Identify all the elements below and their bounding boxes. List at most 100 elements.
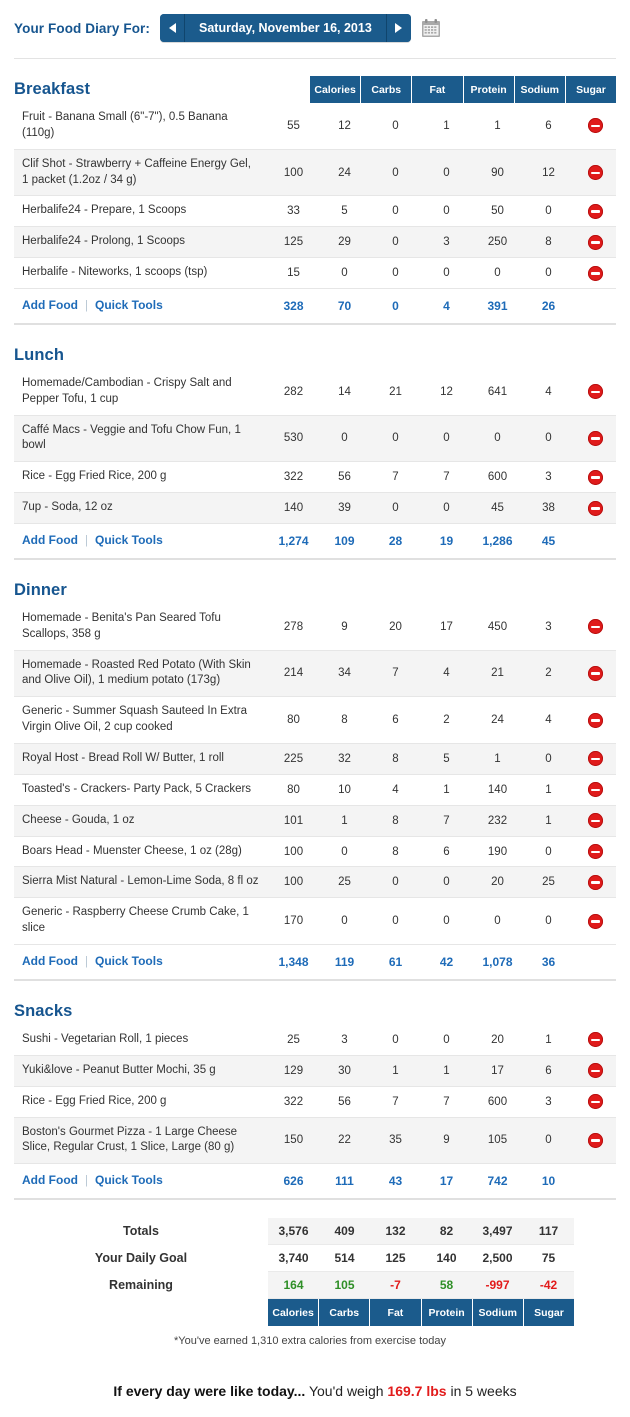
bottom-column-header: Calories Carbs Fat Protein Sodium Sugar xyxy=(268,1299,575,1327)
meal-footer-row: Add Food | Quick Tools 1,348 119 61 42 1,078 36 xyxy=(14,944,616,981)
nutrient-carbs: 1 xyxy=(319,805,370,837)
delete-entry-icon[interactable] xyxy=(587,619,603,635)
add-food-link[interactable]: Add Food xyxy=(22,298,78,312)
table-row: Yuki&love - Peanut Butter Mochi, 35 g 129… xyxy=(14,1055,616,1087)
nutrient-sodium: 17 xyxy=(472,1055,523,1087)
previous-day-button[interactable] xyxy=(160,14,184,42)
nutrient-sugar: 3 xyxy=(523,603,574,651)
nutrient-sugar: 8 xyxy=(523,226,574,259)
food-name: Cheese - Gouda, 1 oz xyxy=(14,805,268,837)
table-row: Cheese - Gouda, 1 oz 101 1 8 7 232 1 xyxy=(14,805,616,837)
delete-entry-icon[interactable] xyxy=(587,203,603,219)
nutrient-fat: 1 xyxy=(370,1055,421,1087)
delete-entry-icon[interactable] xyxy=(587,712,603,728)
delete-cell xyxy=(574,805,616,837)
nutrient-sodium: 105 xyxy=(472,1117,523,1165)
nutrient-protein: 1 xyxy=(421,103,472,150)
quick-tools-link[interactable]: Quick Tools xyxy=(95,533,163,547)
delete-cell xyxy=(574,149,616,197)
delete-entry-icon[interactable] xyxy=(587,118,603,134)
nutrient-sugar: 0 xyxy=(523,415,574,463)
nutrient-carbs: 9 xyxy=(319,603,370,651)
nutrient-sodium: 24 xyxy=(472,696,523,745)
daily-summary-table: Totals 3,576 409 132 82 3,497 117 Your Daily Go… xyxy=(14,1218,616,1300)
column-header-fat: Fat xyxy=(412,76,464,103)
food-name: Homemade - Benita's Pan Seared Tofu Scal… xyxy=(14,603,268,651)
nutrient-calories: 282 xyxy=(268,368,319,416)
nutrient-sodium: 1 xyxy=(472,743,523,775)
delete-entry-icon[interactable] xyxy=(587,265,603,281)
delete-entry-icon[interactable] xyxy=(587,165,603,181)
delete-entry-icon[interactable] xyxy=(587,234,603,250)
quick-tools-link[interactable]: Quick Tools xyxy=(95,954,163,968)
delete-cell xyxy=(574,257,616,290)
bottom-column-header-protein: Protein xyxy=(421,1299,473,1327)
column-header-row: Calories Carbs Fat Protein Sodium Sugar xyxy=(310,76,617,103)
nutrient-carbs: 0 xyxy=(319,836,370,868)
nutrient-protein: 12 xyxy=(421,368,472,416)
calendar-icon[interactable] xyxy=(421,18,441,38)
nutrient-carbs: 32 xyxy=(319,743,370,775)
nutrient-sugar: 0 xyxy=(523,195,574,228)
delete-cell xyxy=(574,461,616,494)
delete-entry-icon[interactable] xyxy=(587,874,603,890)
meal-total-calories: 1,274 xyxy=(268,523,319,560)
meal-table: Fruit - Banana Small (6"-7"), 0.5 Banana… xyxy=(14,103,616,325)
summary-sodium: 2,500 xyxy=(472,1244,523,1273)
nutrient-protein: 9 xyxy=(421,1117,472,1165)
delete-entry-icon[interactable] xyxy=(587,430,603,446)
nutrient-carbs: 0 xyxy=(319,897,370,946)
meal-total-fat: 0 xyxy=(370,288,421,325)
nutrient-calories: 125 xyxy=(268,226,319,259)
summary-sugar: -42 xyxy=(523,1271,574,1300)
next-day-button[interactable] xyxy=(386,14,411,42)
food-name: Generic - Raspberry Cheese Crumb Cake, 1… xyxy=(14,897,268,946)
delete-entry-icon[interactable] xyxy=(587,813,603,829)
nutrient-sodium: 641 xyxy=(472,368,523,416)
meal-total-protein: 4 xyxy=(421,288,472,325)
column-header-carbs: Carbs xyxy=(361,76,413,103)
delete-entry-icon[interactable] xyxy=(587,1032,603,1048)
delete-entry-icon[interactable] xyxy=(587,1132,603,1148)
meal-total-sodium: 1,286 xyxy=(472,523,523,560)
nutrient-fat: 0 xyxy=(370,866,421,899)
meal-total-sugar: 36 xyxy=(523,944,574,981)
add-food-link[interactable]: Add Food xyxy=(22,1173,78,1187)
quick-tools-link[interactable]: Quick Tools xyxy=(95,298,163,312)
food-name: Homemade/Cambodian - Crispy Salt and Pep… xyxy=(14,368,268,416)
meal-total-carbs: 70 xyxy=(319,288,370,325)
meal-table: Homemade - Benita's Pan Seared Tofu Scal… xyxy=(14,603,616,981)
delete-cell xyxy=(574,897,616,946)
summary-row-label: Remaining xyxy=(109,1278,173,1293)
add-food-link[interactable]: Add Food xyxy=(22,533,78,547)
delete-entry-icon[interactable] xyxy=(587,1063,603,1079)
delete-entry-icon[interactable] xyxy=(587,469,603,485)
delete-entry-icon[interactable] xyxy=(587,751,603,767)
nutrient-sodium: 1 xyxy=(472,103,523,150)
quick-tools-link[interactable]: Quick Tools xyxy=(95,1173,163,1187)
delete-entry-icon[interactable] xyxy=(587,844,603,860)
delete-cell xyxy=(574,1117,616,1165)
current-date-label[interactable]: Saturday, November 16, 2013 xyxy=(185,14,386,42)
meal-section-breakfast: Breakfast Calories Carbs Fat Protein Sodium Su… xyxy=(14,59,617,325)
nutrient-calories: 25 xyxy=(268,1024,319,1056)
summary-carbs: 514 xyxy=(319,1244,370,1273)
delete-entry-icon[interactable] xyxy=(587,500,603,516)
delete-entry-icon[interactable] xyxy=(587,1094,603,1110)
delete-entry-icon[interactable] xyxy=(587,782,603,798)
nutrient-sugar: 0 xyxy=(523,897,574,946)
nutrient-calories: 278 xyxy=(268,603,319,651)
food-name: Rice - Egg Fried Rice, 200 g xyxy=(14,1086,268,1118)
summary-sugar: 75 xyxy=(523,1244,574,1273)
meal-title: Dinner xyxy=(14,580,67,599)
delete-entry-icon[interactable] xyxy=(587,384,603,400)
meal-total-carbs: 111 xyxy=(319,1163,370,1201)
delete-entry-icon[interactable] xyxy=(587,665,603,681)
meal-total-calories: 1,348 xyxy=(268,944,319,981)
nutrient-protein: 0 xyxy=(421,195,472,228)
delete-entry-icon[interactable] xyxy=(587,913,603,929)
nutrient-sodium: 450 xyxy=(472,603,523,651)
nutrient-sodium: 0 xyxy=(472,415,523,463)
nutrient-calories: 150 xyxy=(268,1117,319,1165)
add-food-link[interactable]: Add Food xyxy=(22,954,78,968)
